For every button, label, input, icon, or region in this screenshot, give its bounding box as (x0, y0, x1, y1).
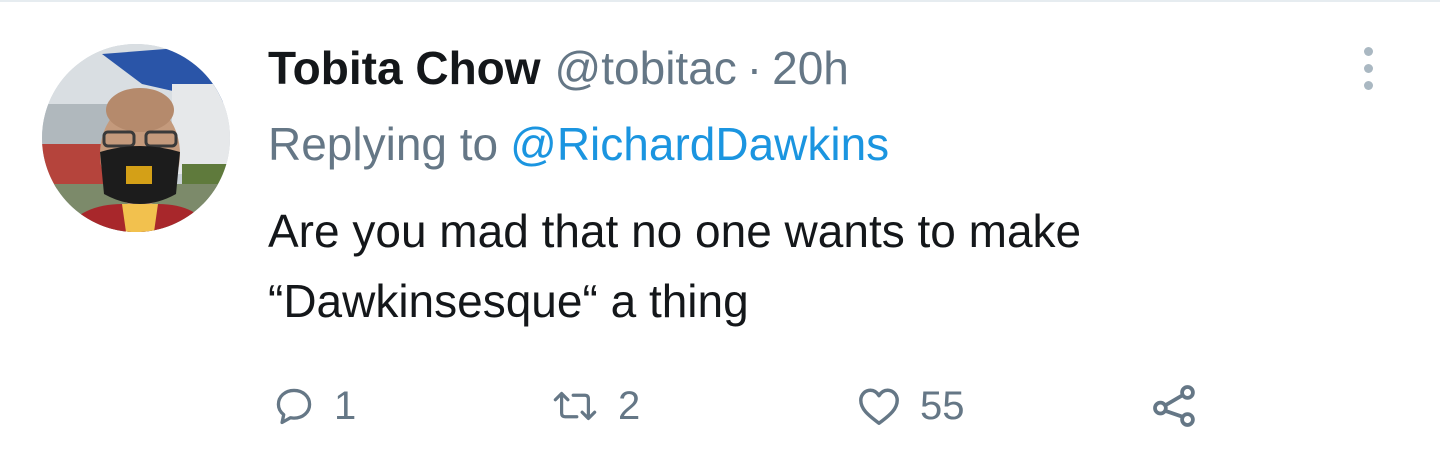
reply-target-link[interactable]: @RichardDawkins (510, 118, 889, 170)
share-icon (1150, 381, 1200, 431)
retweet-count: 2 (618, 383, 641, 428)
more-vertical-icon-dot-3 (1363, 80, 1373, 90)
top-divider (0, 0, 1440, 2)
tweet-timestamp[interactable]: 20h (772, 42, 849, 94)
more-vertical-icon (1363, 46, 1373, 56)
heart-icon (856, 384, 902, 428)
tweet-header: Tobita Chow @tobitac · 20h (268, 36, 849, 100)
more-vertical-icon-dot-2 (1363, 63, 1373, 73)
reply-count: 1 (334, 383, 357, 428)
share-button[interactable] (1150, 374, 1200, 438)
replying-to-line: Replying to @RichardDawkins (268, 114, 889, 174)
author-display-name[interactable]: Tobita Chow (268, 42, 541, 94)
avatar-photo (42, 44, 230, 232)
header-separator: · (746, 42, 763, 94)
more-options-button[interactable] (1350, 40, 1386, 96)
tweet-text-line: Are you mad that no one wants to make (268, 205, 1082, 257)
like-count: 55 (920, 383, 965, 428)
reply-icon (272, 384, 316, 428)
avatar[interactable] (42, 44, 230, 232)
author-handle[interactable]: @tobitac (555, 42, 737, 94)
retweet-button[interactable]: 2 (550, 374, 640, 438)
reply-button[interactable]: 1 (272, 374, 356, 438)
like-button[interactable]: 55 (856, 374, 965, 438)
replying-to-label: Replying to (268, 118, 499, 170)
retweet-icon (550, 384, 600, 428)
tweet-text: Are you mad that no one wants to make “D… (268, 196, 1368, 336)
tweet-text-line: “Dawkinsesque“ a thing (268, 275, 749, 327)
action-bar: 1 2 55 (0, 374, 1440, 438)
